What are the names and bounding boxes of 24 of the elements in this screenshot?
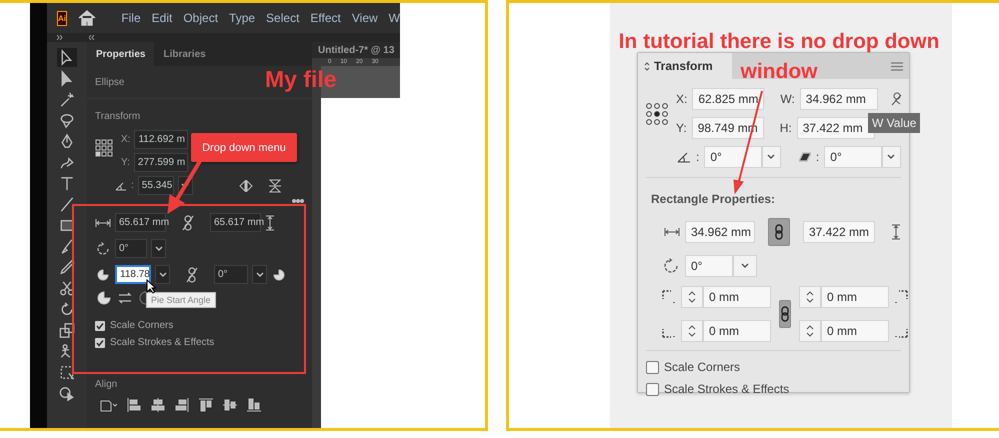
checkbox-label: Scale Strokes & Effects	[110, 337, 214, 348]
object-type-label: Ellipse	[95, 77, 124, 88]
x-label: X:	[121, 134, 130, 145]
w-label: W:	[780, 92, 795, 106]
annotation-text: My file	[265, 68, 337, 90]
annotation-text: window	[740, 59, 818, 85]
section-title: Align	[95, 379, 118, 390]
angle-label: :	[696, 150, 700, 164]
checkbox-label: Scale Corners	[664, 360, 740, 374]
angle-label: :	[131, 180, 134, 191]
annotation-text: In tutorial there is no drop down	[618, 29, 940, 55]
checkbox-label: Scale Strokes & Effects	[664, 382, 790, 396]
app-logo: Ai	[57, 10, 67, 26]
tooltip: W Value	[868, 113, 920, 133]
tooltip: Pie Start Angle	[146, 292, 216, 308]
section-title: Rectangle Properties:	[651, 192, 776, 206]
callout-label: Drop down menu	[191, 133, 297, 162]
x-label: X:	[676, 92, 688, 106]
y-label: Y:	[121, 157, 130, 168]
y-label: Y:	[676, 121, 687, 135]
section-title: Transform	[95, 111, 140, 122]
checkbox-label: Scale Corners	[110, 320, 174, 331]
shear-label: :	[816, 150, 820, 164]
h-label: H:	[780, 121, 792, 135]
